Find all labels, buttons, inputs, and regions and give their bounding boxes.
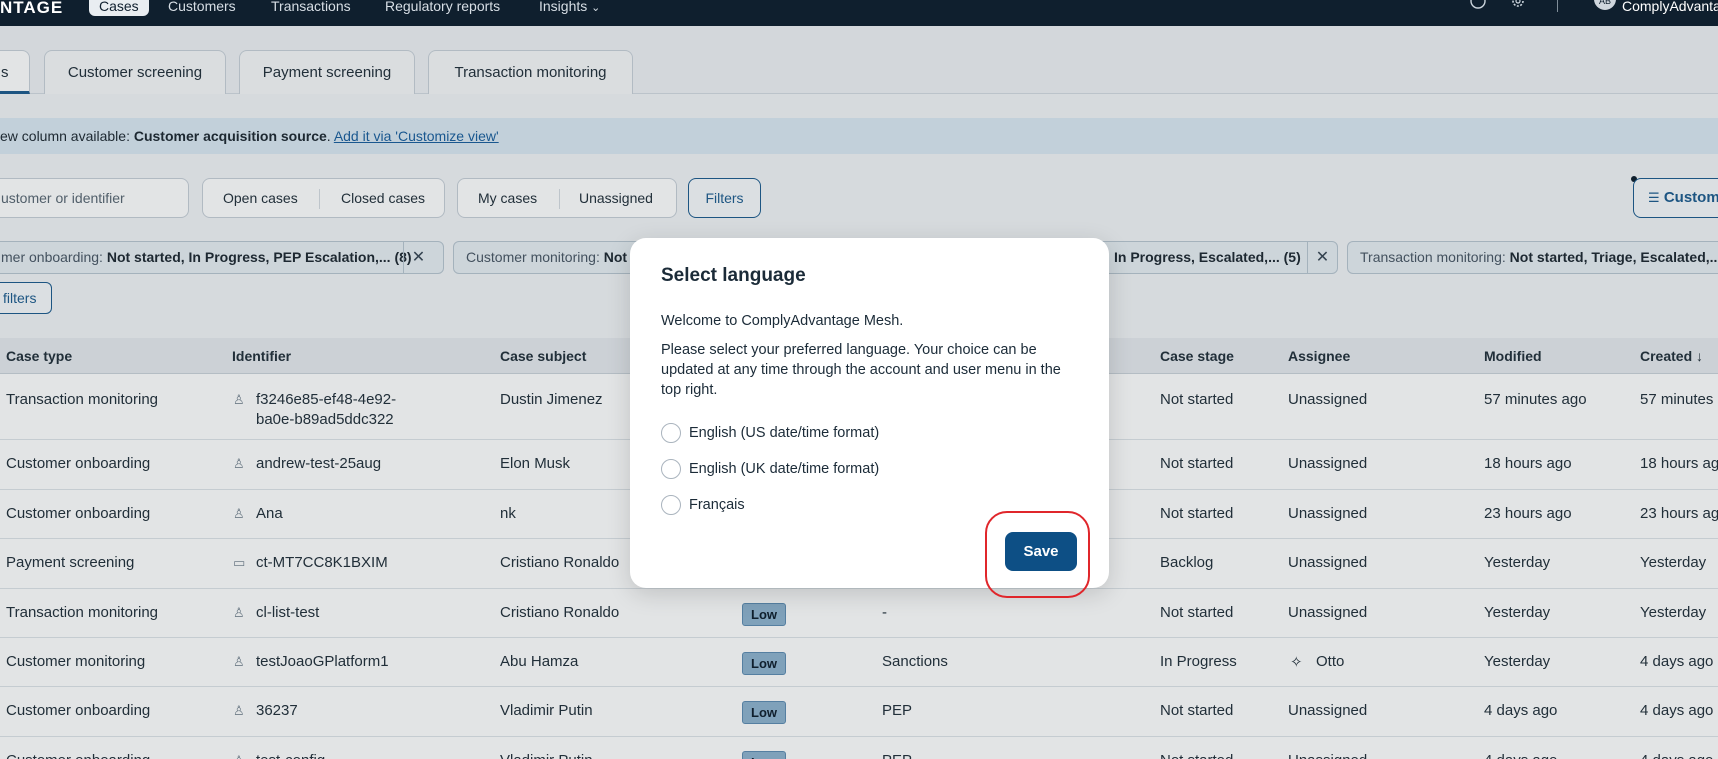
nav-insights[interactable]: Insights ⌄	[539, 0, 600, 17]
dialog-title: Select language	[661, 265, 806, 286]
top-nav: NTAGE Cases Customers Transactions Regul…	[0, 0, 1718, 26]
dialog-welcome-text: Welcome to ComplyAdvantage Mesh.	[661, 313, 904, 329]
user-avatar[interactable]: AB	[1594, 0, 1616, 10]
nav-transactions[interactable]: Transactions	[271, 0, 351, 17]
settings-gear-icon[interactable]	[1510, 0, 1526, 11]
nav-divider	[1557, 0, 1558, 12]
option-label: Français	[689, 497, 745, 513]
option-label: English (US date/time format)	[689, 425, 880, 441]
nav-cases[interactable]: Cases	[89, 0, 149, 16]
nav-regulatory-reports[interactable]: Regulatory reports	[385, 0, 500, 17]
nav-customers[interactable]: Customers	[168, 0, 236, 17]
brand-logo: NTAGE	[0, 0, 64, 17]
radio-button[interactable]	[661, 495, 681, 515]
nav-insights-label: Insights	[539, 0, 588, 14]
dialog-description: Please select your preferred language. Y…	[661, 342, 1061, 398]
save-highlight-annotation	[985, 511, 1090, 598]
user-name[interactable]: ComplyAdvantage	[1622, 0, 1718, 14]
radio-button[interactable]	[661, 459, 681, 479]
chevron-down-icon: ⌄	[591, 2, 601, 14]
help-icon[interactable]	[1470, 0, 1486, 11]
radio-button[interactable]	[661, 423, 681, 443]
option-label: English (UK date/time format)	[689, 461, 880, 477]
